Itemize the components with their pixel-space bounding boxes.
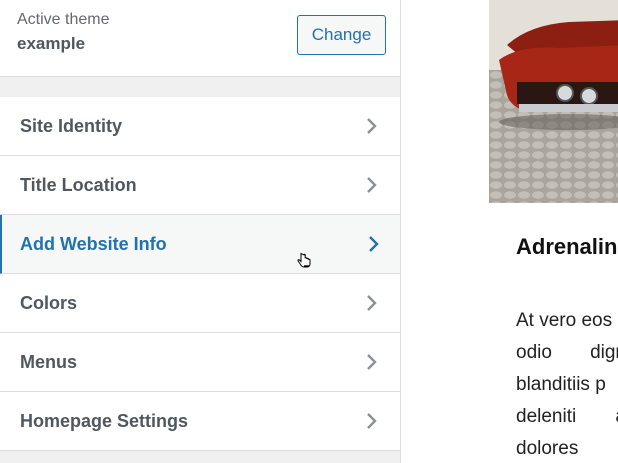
menu-item-menus[interactable]: Menus <box>0 333 400 392</box>
chevron-right-icon <box>367 354 377 370</box>
customizer-sidebar: Active theme example Change Site Identit… <box>0 0 401 463</box>
post-excerpt: At vero eos odio dign blanditiis p delen… <box>516 305 618 463</box>
active-theme-panel: Active theme example Change <box>0 0 400 77</box>
menu-item-title-location[interactable]: Title Location <box>0 156 400 215</box>
menu-item-label: Menus <box>20 351 78 372</box>
excerpt-line: deleniti a <box>516 401 618 433</box>
menu-item-homepage-settings[interactable]: Homepage Settings <box>0 392 400 451</box>
menu-item-site-identity[interactable]: Site Identity <box>0 97 400 156</box>
excerpt-line: blanditiis p <box>516 374 606 395</box>
chevron-right-icon <box>369 236 379 252</box>
active-theme-label: Active theme <box>17 11 110 28</box>
chevron-right-icon <box>367 413 377 429</box>
chevron-right-icon <box>367 118 377 134</box>
excerpt-word: deleniti <box>516 406 577 427</box>
menu-item-colors[interactable]: Colors <box>0 274 400 333</box>
menu-item-label: Add Website Info <box>20 233 167 254</box>
change-theme-button[interactable]: Change <box>297 15 386 55</box>
excerpt-line: odio dign <box>516 337 618 369</box>
chevron-right-icon <box>367 177 377 193</box>
excerpt-line: At vero eos <box>516 310 613 331</box>
excerpt-word: dign <box>590 342 618 363</box>
customizer-menu: Site Identity Title Location Add Website… <box>0 97 400 451</box>
menu-item-label: Title Location <box>20 174 137 195</box>
chevron-right-icon <box>367 295 377 311</box>
post-title[interactable]: Adrenalin <box>516 234 617 260</box>
menu-item-label: Colors <box>20 292 78 313</box>
menu-item-label: Homepage Settings <box>20 410 189 431</box>
excerpt-word: odio <box>516 342 552 363</box>
menu-item-label: Site Identity <box>20 115 123 136</box>
site-preview: Adrenalin At vero eos odio dign blanditi… <box>401 0 618 463</box>
active-theme-name: example <box>17 34 86 53</box>
excerpt-line: dolores <box>516 438 579 459</box>
hero-car-image <box>489 0 618 203</box>
menu-item-add-website-info[interactable]: Add Website Info <box>0 215 400 274</box>
